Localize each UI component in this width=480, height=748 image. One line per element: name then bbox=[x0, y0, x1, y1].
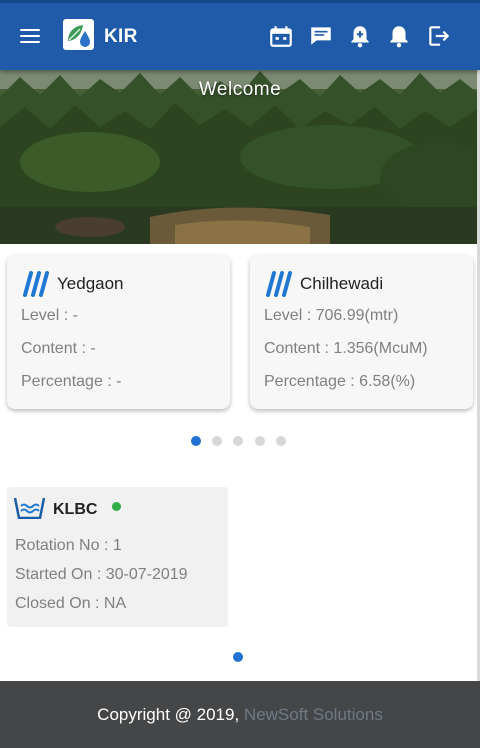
carousel-dot-4[interactable] bbox=[255, 436, 265, 446]
add-alert-icon[interactable] bbox=[347, 23, 373, 49]
welcome-text: Welcome bbox=[198, 79, 282, 100]
welcome-banner: Welcome bbox=[0, 67, 480, 244]
bell-icon[interactable] bbox=[386, 23, 412, 49]
canal-carousel-dot-1[interactable] bbox=[233, 652, 243, 662]
water-level-icon bbox=[21, 271, 51, 297]
carousel-dot-3[interactable] bbox=[233, 436, 243, 446]
reservoir-name: Yedgaon bbox=[57, 274, 124, 293]
canal-closed-on: Closed On : NA bbox=[15, 595, 127, 612]
app-bar: KIR bbox=[0, 0, 480, 70]
copyright-text: Copyright @ 2019, bbox=[97, 705, 240, 724]
company-link[interactable]: NewSoft Solutions bbox=[244, 705, 383, 724]
carousel-dot-2[interactable] bbox=[212, 436, 222, 446]
chat-icon[interactable] bbox=[308, 23, 334, 49]
calendar-icon[interactable] bbox=[268, 23, 294, 49]
canal-started-on: Started On : 30-07-2019 bbox=[15, 566, 188, 583]
canal-water-icon bbox=[13, 497, 46, 520]
reservoir-level: Level : - bbox=[21, 307, 78, 324]
footer-text: Copyright @ 2019, NewSoft Solutions bbox=[0, 705, 480, 725]
status-indicator bbox=[112, 502, 121, 511]
footer: Copyright @ 2019, NewSoft Solutions bbox=[0, 681, 480, 748]
reservoir-level: Level : 706.99(mtr) bbox=[264, 307, 399, 324]
canal-name: KLBC bbox=[53, 501, 98, 518]
reservoir-card-yedgaon[interactable]: Yedgaon Level : - Content : - Percentage… bbox=[7, 255, 230, 409]
reservoir-percentage: Percentage : - bbox=[21, 373, 122, 390]
reservoir-name: Chilhewadi bbox=[300, 274, 384, 293]
water-level-icon bbox=[264, 271, 294, 297]
logout-icon[interactable] bbox=[426, 23, 452, 49]
app-title: KIR bbox=[104, 26, 138, 47]
leaf-drop-logo-icon bbox=[63, 19, 94, 50]
reservoir-card-chilhewadi[interactable]: Chilhewadi Level : 706.99(mtr) Content :… bbox=[250, 255, 473, 409]
canal-card-klbc[interactable]: KLBC Rotation No : 1 Started On : 30-07-… bbox=[7, 487, 228, 627]
carousel-dot-1[interactable] bbox=[191, 436, 201, 446]
reservoir-content: Content : - bbox=[21, 340, 96, 357]
canal-rotation: Rotation No : 1 bbox=[15, 537, 122, 554]
carousel-dot-5[interactable] bbox=[276, 436, 286, 446]
hamburger-menu-icon[interactable] bbox=[20, 25, 44, 49]
reservoir-percentage: Percentage : 6.58(%) bbox=[264, 373, 416, 390]
reservoir-content: Content : 1.356(McuM) bbox=[264, 340, 428, 357]
